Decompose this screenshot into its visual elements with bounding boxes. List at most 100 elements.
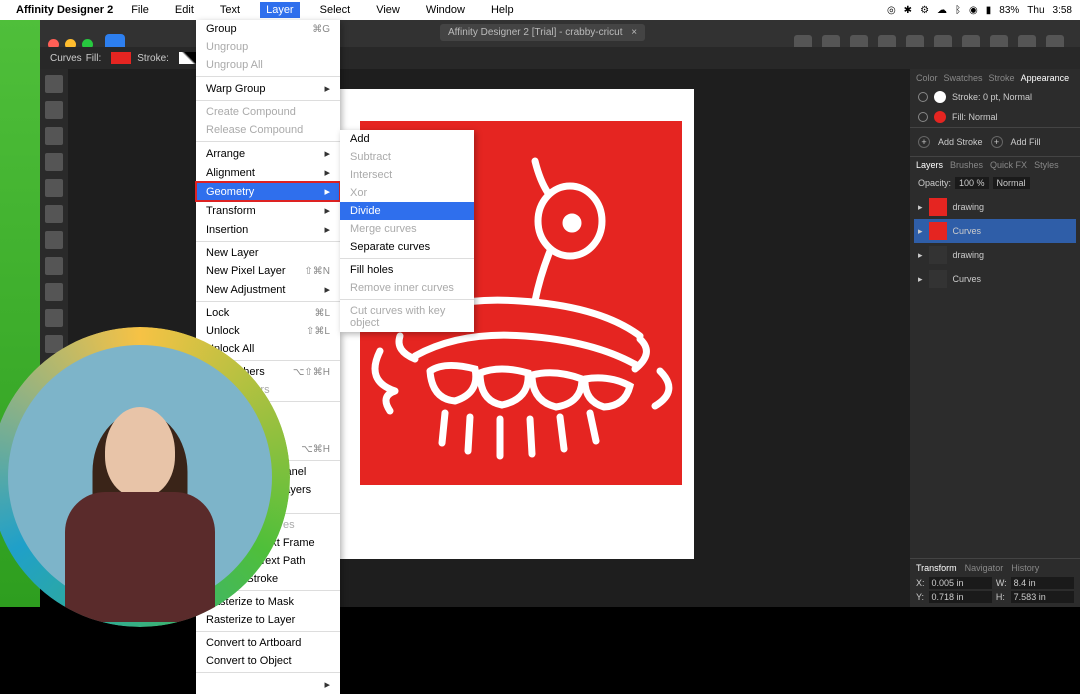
- fill-color-icon[interactable]: [934, 111, 946, 123]
- tab-brushes[interactable]: Brushes: [950, 160, 983, 170]
- chevron-icon[interactable]: ▸: [918, 202, 923, 213]
- menu-item-create-compound: Create Compound: [196, 103, 340, 121]
- menu-item-alignment[interactable]: Alignment▸: [196, 163, 340, 182]
- tab-layers[interactable]: Layers: [916, 160, 943, 170]
- chevron-icon[interactable]: ▸: [918, 250, 923, 261]
- menu-text[interactable]: Text: [214, 2, 246, 18]
- menu-item-warp-group[interactable]: Warp Group▸: [196, 79, 340, 98]
- fill-label: Fill:: [86, 53, 102, 64]
- transparency-tool-icon[interactable]: [45, 283, 63, 301]
- menu-file[interactable]: File: [125, 2, 155, 18]
- chevron-icon[interactable]: ▸: [918, 226, 923, 237]
- fill-swatch[interactable]: [111, 52, 131, 64]
- geometry-submenu: AddSubtractIntersectXorDivideMerge curve…: [340, 130, 474, 332]
- h-label: H:: [996, 592, 1007, 602]
- curves-label: Curves: [50, 53, 82, 64]
- fill-tool-icon[interactable]: [45, 257, 63, 275]
- add-stroke-button[interactable]: Add Stroke: [938, 137, 983, 147]
- tab-stroke[interactable]: Stroke: [989, 73, 1015, 83]
- chevron-icon[interactable]: ▸: [918, 274, 923, 285]
- menu-item-unlock[interactable]: Unlock⇧⌘L: [196, 322, 340, 340]
- tab-navigator[interactable]: Navigator: [965, 563, 1004, 573]
- layer-item[interactable]: ▸drawing: [914, 195, 1076, 219]
- menu-item-convert-to-object[interactable]: Convert to Object: [196, 652, 340, 670]
- menu-item-transform[interactable]: Transform▸: [196, 201, 340, 220]
- fill-row[interactable]: Fill: Normal: [910, 107, 1080, 127]
- menu-item-lock[interactable]: Lock⌘L: [196, 304, 340, 322]
- layer-item[interactable]: ▸ drawing: [914, 243, 1076, 267]
- menu-item-new-pixel-layer[interactable]: New Pixel Layer⇧⌘N: [196, 262, 340, 280]
- submenu-item-separate-curves[interactable]: Separate curves: [340, 238, 474, 256]
- bluetooth-icon: ᛒ: [955, 5, 961, 16]
- presenter-figure: [50, 407, 230, 627]
- w-label: W:: [996, 578, 1007, 588]
- pen-tool-icon[interactable]: [45, 179, 63, 197]
- menu-select[interactable]: Select: [314, 2, 357, 18]
- node-tool-icon[interactable]: [45, 127, 63, 145]
- add-fill-button[interactable]: Add Fill: [1011, 137, 1041, 147]
- menu-item-release-compound: Release Compound: [196, 121, 340, 139]
- status-icon: ☁: [937, 5, 947, 16]
- menu-window[interactable]: Window: [420, 2, 471, 18]
- corner-tool-icon[interactable]: [45, 153, 63, 171]
- tab-swatches[interactable]: Swatches: [944, 73, 983, 83]
- document-tab[interactable]: Affinity Designer 2 [Trial] - crabby-cri…: [440, 24, 645, 41]
- layer-item[interactable]: ▸ Curves: [914, 219, 1076, 243]
- layer-name: drawing: [953, 250, 985, 260]
- stroke-color-icon[interactable]: [934, 91, 946, 103]
- layer-item[interactable]: ▸ Curves: [914, 267, 1076, 291]
- tab-quickfx[interactable]: Quick FX: [990, 160, 1027, 170]
- blend-mode-select[interactable]: Normal: [993, 177, 1030, 189]
- w-value[interactable]: 8.4 in: [1011, 577, 1074, 589]
- crop-tool-icon[interactable]: [45, 309, 63, 327]
- tab-history[interactable]: History: [1011, 563, 1039, 573]
- menu-help[interactable]: Help: [485, 2, 520, 18]
- x-value[interactable]: 0.005 in: [929, 577, 992, 589]
- h-value[interactable]: 7.583 in: [1011, 591, 1074, 603]
- y-value[interactable]: 0.718 in: [929, 591, 992, 603]
- tab-color[interactable]: Color: [916, 73, 938, 83]
- menu-item-insertion[interactable]: Insertion▸: [196, 220, 340, 239]
- menu-item-new-layer[interactable]: New Layer: [196, 244, 340, 262]
- visibility-toggle-icon[interactable]: [918, 112, 928, 122]
- menu-item-geometry[interactable]: Geometry▸: [196, 182, 340, 201]
- close-tab-icon[interactable]: ×: [631, 27, 637, 38]
- submenu-item-add[interactable]: Add: [340, 130, 474, 148]
- layer-name: Curves: [953, 274, 982, 284]
- right-studio-panel: Color Swatches Stroke Appearance Stroke:…: [910, 69, 1080, 607]
- status-day: Thu: [1027, 5, 1044, 16]
- menu-edit[interactable]: Edit: [169, 2, 200, 18]
- opacity-value[interactable]: 100 %: [955, 177, 989, 189]
- menu-item-ungroup: Ungroup: [196, 38, 340, 56]
- artboard-tool-icon[interactable]: [45, 101, 63, 119]
- brush-tool-icon[interactable]: [45, 231, 63, 249]
- layer-name: Curves: [953, 226, 982, 236]
- tab-styles[interactable]: Styles: [1034, 160, 1059, 170]
- menu-item-new-adjustment[interactable]: New Adjustment▸: [196, 280, 340, 299]
- stroke-row[interactable]: Stroke: 0 pt, Normal: [910, 87, 1080, 107]
- submenu-item-divide[interactable]: Divide: [340, 202, 474, 220]
- move-tool-icon[interactable]: [45, 75, 63, 93]
- opacity-row: Opacity: 100 % Normal: [910, 173, 1080, 193]
- menu-view[interactable]: View: [370, 2, 406, 18]
- tab-transform[interactable]: Transform: [916, 563, 957, 573]
- pencil-tool-icon[interactable]: [45, 205, 63, 223]
- fill-desc: Fill: Normal: [952, 112, 998, 122]
- submenu-item-fill-holes[interactable]: Fill holes: [340, 261, 474, 279]
- add-icon[interactable]: +: [918, 136, 930, 148]
- menubar-app-name[interactable]: Affinity Designer 2: [16, 4, 113, 16]
- visibility-toggle-icon[interactable]: [918, 92, 928, 102]
- tab-appearance[interactable]: Appearance: [1021, 73, 1070, 83]
- macos-menubar: Affinity Designer 2 File Edit Text Layer…: [0, 0, 1080, 20]
- menu-item-group[interactable]: Group⌘G: [196, 20, 340, 38]
- menu-item-arrange[interactable]: Arrange▸: [196, 144, 340, 163]
- add-icon[interactable]: +: [991, 136, 1003, 148]
- layer-thumb: [929, 198, 947, 216]
- submenu-item-intersect: Intersect: [340, 166, 474, 184]
- appearance-tabs: Color Swatches Stroke Appearance: [910, 69, 1080, 87]
- menu-layer[interactable]: Layer: [260, 2, 300, 18]
- status-icon: ✱: [904, 5, 912, 16]
- menu-item-more[interactable]: ▸: [196, 675, 340, 694]
- layer-thumb: [929, 222, 947, 240]
- menu-item-convert-to-artboard[interactable]: Convert to Artboard: [196, 634, 340, 652]
